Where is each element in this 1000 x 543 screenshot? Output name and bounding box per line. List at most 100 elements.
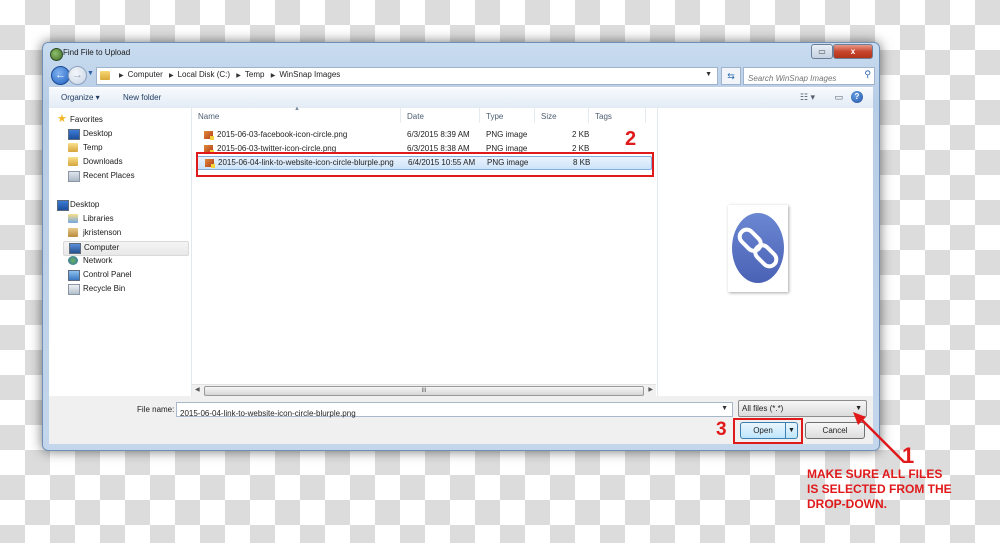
view-options-icon[interactable]: ☷ ▾ <box>800 92 815 103</box>
file-row[interactable]: 2015-06-03-facebook-icon-circle.png 6/3/… <box>196 129 650 141</box>
breadcrumb-winsnap-images[interactable]: WinSnap Images <box>279 70 340 79</box>
sidebar-item-recycle-bin[interactable]: Recycle Bin <box>63 283 187 296</box>
preview-pane-icon[interactable]: ▭ <box>834 92 843 103</box>
address-dropdown-icon[interactable]: ▼ <box>705 71 712 78</box>
horizontal-scrollbar[interactable]: ◀ III ▶ <box>192 384 656 396</box>
forward-button[interactable]: → <box>68 66 87 85</box>
file-size: 2 KB <box>572 130 590 139</box>
sidebar-item-recent-places[interactable]: Recent Places <box>63 170 187 183</box>
column-header-label: Tags <box>595 112 612 121</box>
command-toolbar: Organize ▾ New folder ☷ ▾ ▭ ? <box>49 87 873 109</box>
breadcrumb-temp[interactable]: Temp <box>245 70 265 79</box>
recycle-bin-icon <box>68 284 80 295</box>
restore-button[interactable]: ▭ <box>811 44 833 59</box>
sidebar-item-label: Network <box>83 256 113 265</box>
help-button[interactable]: ? <box>851 91 863 103</box>
sidebar-item-label: Temp <box>83 143 103 152</box>
breadcrumb-local-disk[interactable]: Local Disk (C:) <box>178 70 230 79</box>
column-header-label: Name <box>198 112 220 121</box>
folder-icon <box>100 71 110 80</box>
column-header-tags[interactable]: Tags <box>589 108 646 123</box>
recent-locations-dropdown[interactable]: ▼ <box>87 70 94 77</box>
sort-ascending-icon: ▲ <box>294 106 300 112</box>
column-header-label: Date <box>407 112 424 121</box>
sidebar-item-label: Downloads <box>83 157 123 166</box>
desktop-icon <box>57 200 69 211</box>
file-name-input[interactable] <box>177 407 713 420</box>
chevron-down-icon[interactable]: ▼ <box>721 405 728 412</box>
breadcrumb: ▶ Computer ▶ Local Disk (C:) ▶ Temp ▶ WinSna… <box>115 70 340 79</box>
user-folder-icon <box>68 228 78 237</box>
organize-button[interactable]: Organize ▾ <box>61 93 100 102</box>
control-panel-icon <box>68 270 80 281</box>
breadcrumb-computer[interactable]: Computer <box>128 70 163 79</box>
sidebar-item-label: Recent Places <box>83 171 135 180</box>
sidebar-item-label: jkristenson <box>83 228 122 237</box>
sidebar-item-network[interactable]: Network <box>63 255 187 268</box>
folder-icon <box>68 143 78 152</box>
search-box[interactable]: ⚲ <box>743 67 875 87</box>
sidebar-item-jkristenson[interactable]: jkristenson <box>63 227 187 240</box>
sidebar-item-control-panel[interactable]: Control Panel <box>63 269 187 282</box>
chevron-down-icon[interactable]: ▼ <box>855 405 862 412</box>
annotation-highlight-open <box>733 418 803 444</box>
breadcrumb-separator-icon: ▶ <box>236 73 241 79</box>
recent-places-icon <box>68 171 80 182</box>
annotation-note-line: IS SELECTED FROM THE <box>807 482 952 496</box>
sidebar-item-libraries[interactable]: Libraries <box>63 213 187 226</box>
link-chain-icon <box>732 213 784 283</box>
desktop-icon <box>68 129 80 140</box>
search-input[interactable] <box>744 70 862 87</box>
refresh-button[interactable]: ⇆ <box>721 67 741 85</box>
file-type-filter-select[interactable]: All files (*.*) ▼ <box>738 400 867 417</box>
breadcrumb-separator-icon: ▶ <box>270 73 276 79</box>
navigation-pane: ★ Favorites Desktop Temp Downloads Recen… <box>49 108 192 396</box>
sidebar-item-desktop-fav[interactable]: Desktop <box>63 128 187 141</box>
sidebar-item-label: Control Panel <box>83 270 132 279</box>
sidebar-item-label: Desktop <box>70 200 100 209</box>
annotation-note-line: DROP-DOWN. <box>807 497 887 511</box>
preview-pane <box>657 108 873 396</box>
annotation-step-2: 2 <box>625 128 637 150</box>
sidebar-item-desktop[interactable]: Desktop <box>57 199 187 212</box>
sidebar-item-label: Desktop <box>83 129 113 138</box>
libraries-icon <box>68 214 78 223</box>
column-header-size[interactable]: Size <box>535 108 589 123</box>
find-file-dialog: Find File to Upload ▭ x ← → ▼ ▶ Computer … <box>42 42 880 451</box>
column-header-label: Size <box>541 112 557 121</box>
file-type-filter-value: All files (*.*) <box>742 404 784 413</box>
column-header-type[interactable]: Type <box>480 108 535 123</box>
column-header-date[interactable]: Date <box>401 108 480 123</box>
annotation-step-3: 3 <box>716 419 727 440</box>
sidebar-item-temp[interactable]: Temp <box>63 142 187 155</box>
sidebar-item-computer[interactable]: Computer <box>63 241 189 256</box>
annotation-note: MAKE SURE ALL FILES IS SELECTED FROM THE… <box>807 467 952 512</box>
scroll-left-icon[interactable]: ◀ <box>195 386 200 393</box>
downloads-icon <box>68 157 78 166</box>
file-name-field[interactable]: ▼ <box>176 402 733 420</box>
sidebar-item-favorites[interactable]: ★ Favorites <box>57 114 187 127</box>
network-icon <box>68 256 78 265</box>
title-bar: Find File to Upload ▭ x <box>43 43 879 65</box>
address-bar[interactable]: ▶ Computer ▶ Local Disk (C:) ▶ Temp ▶ WinSna… <box>96 67 718 85</box>
search-icon[interactable]: ⚲ <box>864 69 871 80</box>
column-header-name[interactable]: Name ▲ <box>192 106 401 123</box>
sidebar-item-label: Recycle Bin <box>83 284 126 293</box>
new-folder-button[interactable]: New folder <box>123 93 161 102</box>
breadcrumb-separator-icon: ▶ <box>168 73 174 79</box>
scroll-right-icon[interactable]: ▶ <box>648 386 653 393</box>
annotation-highlight-file <box>196 152 654 177</box>
star-icon: ★ <box>57 113 67 125</box>
sidebar-item-downloads[interactable]: Downloads <box>63 156 187 169</box>
column-header-label: Type <box>486 112 504 121</box>
close-button[interactable]: x <box>833 44 873 59</box>
breadcrumb-separator-icon: ▶ <box>119 73 124 79</box>
sidebar-item-label: Libraries <box>83 214 114 223</box>
computer-icon <box>69 243 81 254</box>
navigation-bar: ← → ▼ ▶ Computer ▶ Local Disk (C:) ▶ Temp ▶… <box>49 65 875 87</box>
sidebar-item-label: Favorites <box>70 115 103 124</box>
dialog-title: Find File to Upload <box>63 48 131 57</box>
annotation-note-line: MAKE SURE ALL FILES <box>807 467 943 481</box>
scrollbar-thumb[interactable]: III <box>204 386 644 396</box>
file-name: 2015-06-03-facebook-icon-circle.png <box>217 130 348 139</box>
